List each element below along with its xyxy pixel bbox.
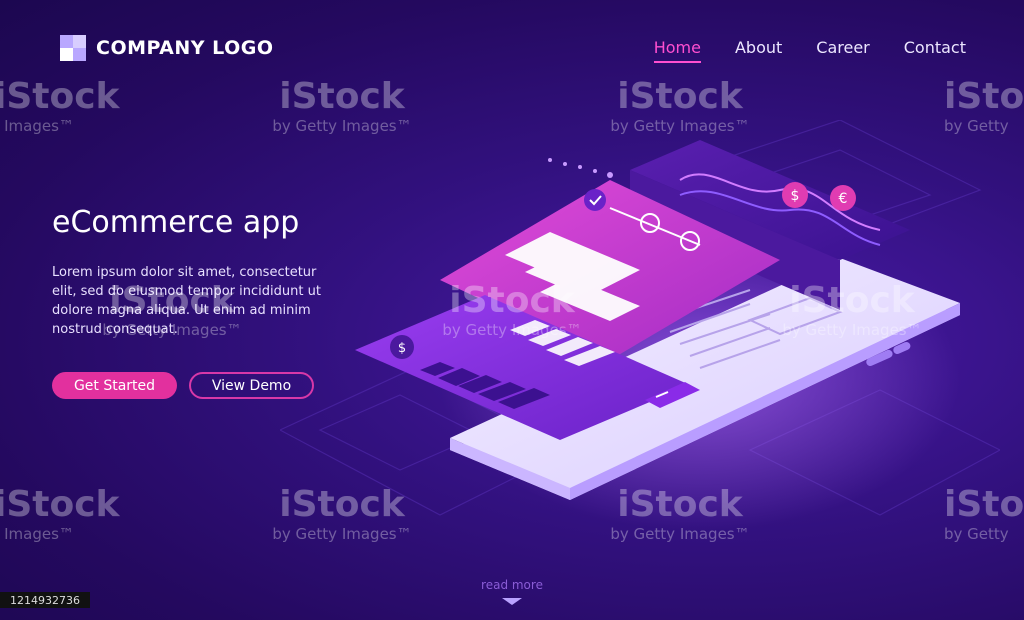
nav-contact[interactable]: Contact	[904, 38, 966, 63]
nav-career[interactable]: Career	[816, 38, 869, 63]
logo-text: COMPANY LOGO	[96, 37, 274, 59]
watermark: iStock Images™	[0, 484, 120, 544]
logo-icon	[60, 35, 86, 61]
dot-trail	[548, 158, 613, 178]
get-started-button[interactable]: Get Started	[52, 372, 177, 399]
chevron-down-icon[interactable]	[502, 598, 522, 605]
euro-icon: €	[839, 191, 848, 207]
read-more-link[interactable]: read more	[0, 578, 1024, 592]
dollar-icon: $	[791, 188, 800, 204]
watermark: iStock Images™	[0, 76, 120, 136]
nav-home[interactable]: Home	[653, 38, 701, 63]
nav-about[interactable]: About	[735, 38, 782, 63]
main-nav: Home About Career Contact	[653, 38, 966, 63]
hero-title: eCommerce app	[52, 205, 300, 240]
dollar-icon: $	[398, 341, 406, 356]
stock-id-label: 1214932736	[0, 592, 90, 608]
company-logo[interactable]: COMPANY LOGO	[60, 35, 274, 61]
isometric-app-illustration: $ € $	[280, 120, 1000, 530]
